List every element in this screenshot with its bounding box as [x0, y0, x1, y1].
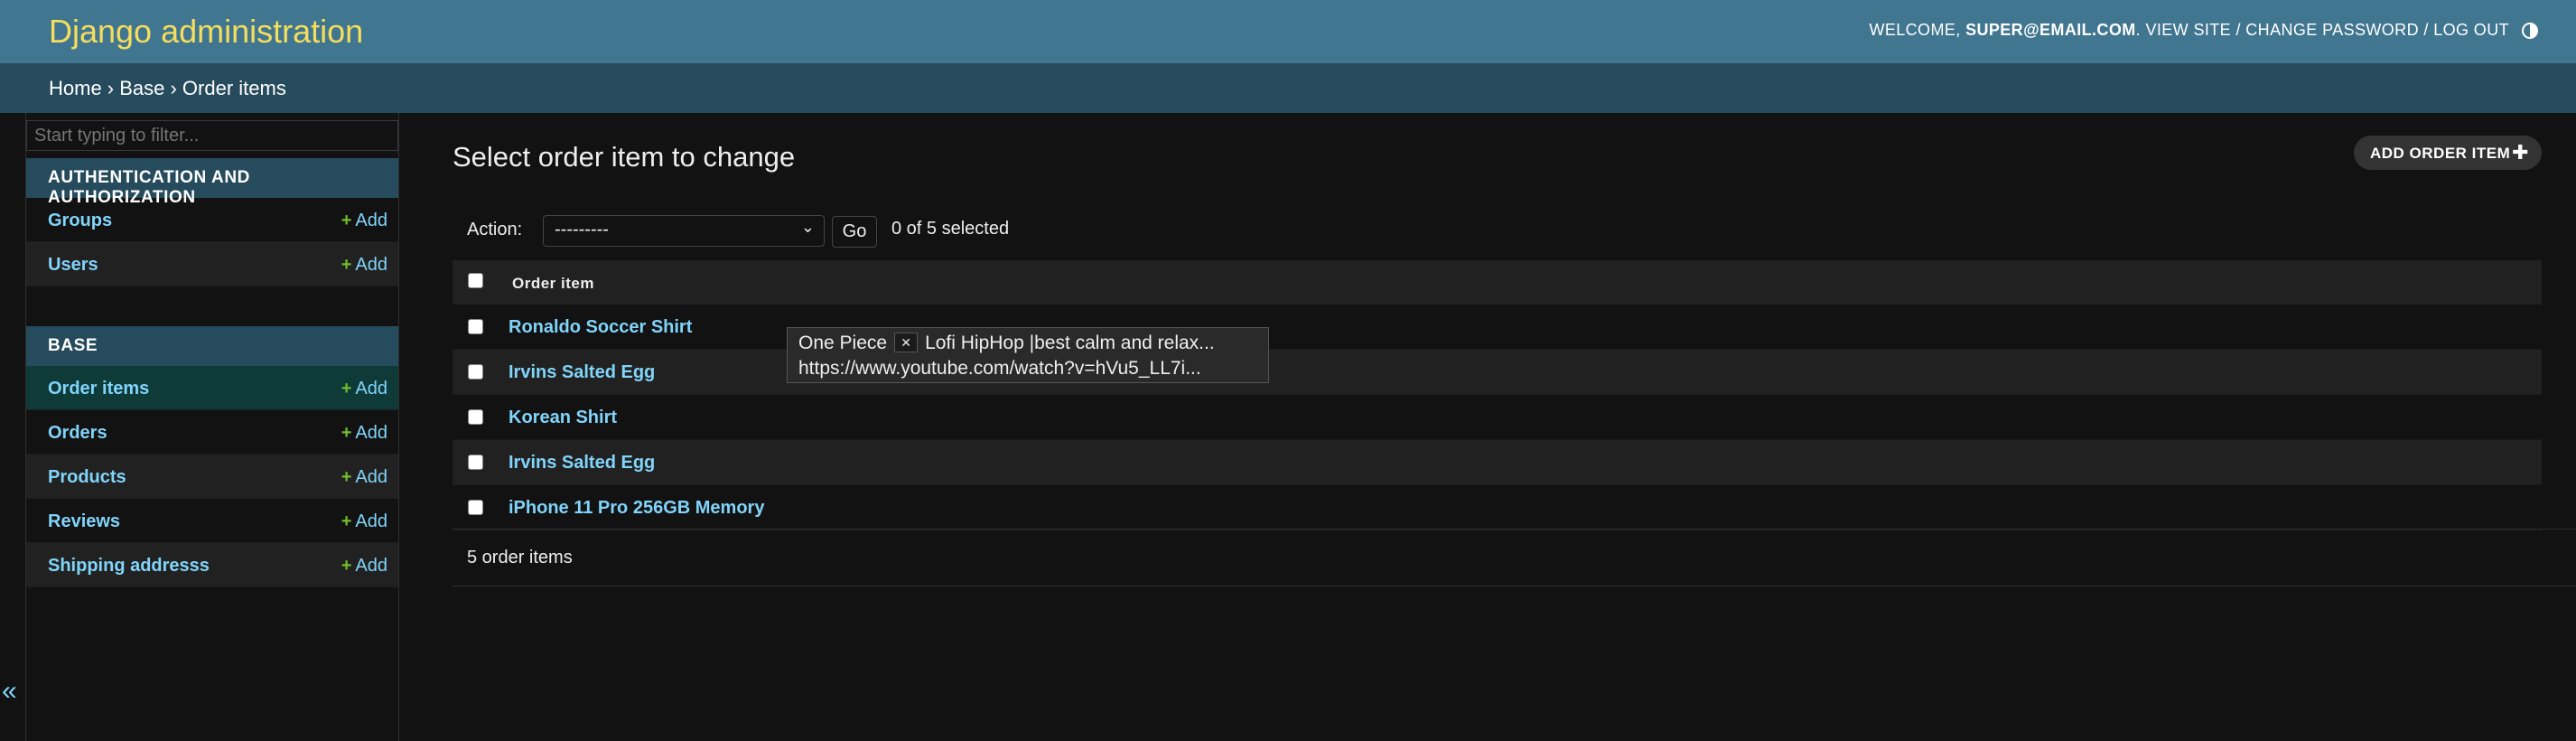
- header: Django administration Welcome, super@ema…: [0, 0, 2576, 63]
- plus-icon: ✚: [2512, 141, 2529, 164]
- sidebar-item-groups: Groups + Add: [26, 198, 398, 242]
- add-label: Add: [355, 511, 387, 531]
- table-row: Ronaldo Soccer Shirt: [453, 305, 2542, 350]
- collapse-sidebar-icon[interactable]: «: [2, 676, 17, 707]
- add-link-order-items[interactable]: + Add: [341, 379, 387, 399]
- row-checkbox[interactable]: [468, 364, 483, 380]
- view-site-link[interactable]: View site: [2145, 21, 2231, 39]
- table-row: Korean Shirt: [453, 395, 2542, 440]
- row-checkbox[interactable]: [468, 409, 483, 425]
- add-label: Add: [355, 211, 387, 230]
- add-label: Add: [355, 255, 387, 275]
- module-caption-auth[interactable]: Authentication and Authorization: [26, 158, 398, 207]
- select-all-checkbox[interactable]: [468, 273, 483, 288]
- model-link-products[interactable]: Products: [48, 467, 126, 488]
- add-link-orders[interactable]: + Add: [341, 423, 387, 444]
- result-count: 5 order items: [467, 548, 573, 567]
- tooltip-title-left: One Piece: [798, 333, 888, 353]
- user-email: super@email.com: [1965, 21, 2136, 39]
- plus-icon: +: [341, 423, 352, 443]
- row-checkbox[interactable]: [468, 500, 483, 515]
- log-out-link[interactable]: Log out: [2433, 21, 2509, 39]
- row-checkbox[interactable]: [468, 319, 483, 334]
- user-tools: Welcome, super@email.com. View site / Ch…: [1869, 21, 2509, 39]
- model-link-order-items[interactable]: Order items: [48, 379, 149, 399]
- browser-tab-tooltip: One Piece ✕ Lofi HipHop |best calm and rel…: [787, 327, 1269, 383]
- welcome-text: Welcome,: [1869, 21, 1961, 39]
- add-order-item-label: Add order item: [2370, 145, 2511, 162]
- add-link-shipping-addresss[interactable]: + Add: [341, 556, 387, 577]
- table-row: Irvins Salted Egg: [453, 440, 2542, 485]
- sidebar-item-orders: Orders + Add: [26, 410, 398, 455]
- breadcrumb: Home › Base › Order items: [0, 63, 2576, 113]
- row-link[interactable]: Irvins Salted Egg: [509, 453, 655, 474]
- model-link-groups[interactable]: Groups: [48, 211, 112, 231]
- add-link-users[interactable]: + Add: [341, 255, 387, 276]
- add-link-products[interactable]: + Add: [341, 467, 387, 488]
- chevron-down-icon: ⌄: [800, 218, 815, 236]
- plus-icon: +: [341, 556, 352, 576]
- plus-icon: +: [341, 511, 352, 531]
- paginator: 5 order items: [453, 529, 2576, 586]
- page-title: Select order item to change: [453, 141, 796, 173]
- mute-icon: ✕: [894, 333, 919, 352]
- add-link-reviews[interactable]: + Add: [341, 511, 387, 532]
- action-select[interactable]: --------- ⌄: [543, 215, 825, 247]
- tooltip-title-line: One Piece ✕ Lofi HipHop |best calm and rel…: [798, 331, 1257, 356]
- model-link-reviews[interactable]: Reviews: [48, 511, 120, 532]
- row-link[interactable]: Irvins Salted Egg: [509, 362, 655, 383]
- add-label: Add: [355, 556, 387, 576]
- row-checkbox[interactable]: [468, 455, 483, 470]
- action-label: Action:: [467, 220, 523, 239]
- model-link-users[interactable]: Users: [48, 255, 98, 276]
- sidebar-item-shipping-addresss: Shipping addresss + Add: [26, 543, 398, 587]
- plus-icon: +: [341, 211, 352, 230]
- sidebar-item-order-items: Order items + Add: [26, 366, 398, 410]
- change-password-link[interactable]: Change password: [2245, 21, 2419, 39]
- site-title[interactable]: Django administration: [49, 13, 363, 51]
- column-header-order-item[interactable]: Order item: [512, 275, 594, 293]
- add-label: Add: [355, 423, 387, 443]
- plus-icon: +: [341, 255, 352, 275]
- module-caption-base[interactable]: Base: [26, 326, 398, 366]
- table-row: Irvins Salted Egg: [453, 350, 2542, 395]
- plus-icon: +: [341, 467, 352, 487]
- go-button[interactable]: Go: [832, 216, 877, 248]
- plus-icon: +: [341, 379, 352, 399]
- add-label: Add: [355, 467, 387, 487]
- separator: /: [2235, 21, 2241, 39]
- action-selected-value: ---------: [555, 220, 609, 239]
- nav-filter-input[interactable]: [26, 120, 398, 151]
- sidebar-item-users: Users + Add: [26, 242, 398, 286]
- tooltip-url: https://www.youtube.com/watch?v=hVu5_LL7…: [798, 358, 1201, 379]
- tooltip-title-right: Lofi HipHop |best calm and relax...: [925, 333, 1215, 353]
- add-label: Add: [355, 379, 387, 399]
- row-link[interactable]: Ronaldo Soccer Shirt: [509, 317, 692, 338]
- model-link-shipping-addresss[interactable]: Shipping addresss: [48, 556, 210, 577]
- model-link-orders[interactable]: Orders: [48, 423, 107, 444]
- sidebar-item-reviews: Reviews + Add: [26, 499, 398, 543]
- row-link[interactable]: iPhone 11 Pro 256GB Memory: [509, 498, 764, 519]
- table-row: iPhone 11 Pro 256GB Memory: [453, 485, 2542, 530]
- breadcrumb-text[interactable]: Home › Base › Order items: [49, 77, 286, 100]
- selection-counter: 0 of 5 selected: [891, 219, 1010, 239]
- sidebar-item-products: Products + Add: [26, 455, 398, 499]
- add-link-groups[interactable]: + Add: [341, 211, 387, 231]
- sidebar: Authentication and Authorization Groups …: [25, 113, 399, 741]
- add-order-item-button[interactable]: Add order item ✚: [2354, 136, 2542, 170]
- table-header: Order item: [453, 260, 2542, 305]
- half-moon-icon[interactable]: [2520, 21, 2540, 41]
- separator: /: [2423, 21, 2429, 39]
- row-link[interactable]: Korean Shirt: [509, 408, 617, 428]
